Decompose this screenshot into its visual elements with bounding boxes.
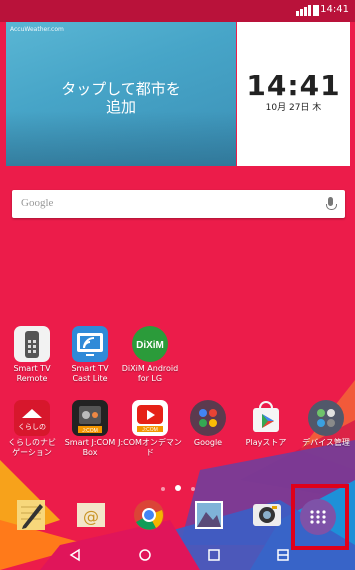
weather-widget[interactable]: AccuWeather.com タップして都市を 追加 [6,22,236,166]
app-label: Google [193,438,223,447]
kurashi-navi-icon: くらしの [14,400,50,436]
page-dot-active[interactable] [174,485,181,491]
app-dixim[interactable]: DiXiM DiXiM Android for LG [118,326,182,384]
google-search-bar[interactable]: Google [12,190,345,218]
jcom-on-demand-icon: J:COM [132,400,168,436]
weather-brand: AccuWeather.com [10,26,64,33]
app-smart-tv-cast-lite[interactable]: Smart TV Cast Lite [58,326,122,384]
page-dot[interactable] [160,487,165,491]
status-time: 14:41 [320,4,349,15]
signal-icon [308,5,311,16]
app-label: J:COMオンデマン [118,438,182,447]
app-device-management[interactable]: デバイス管理 [294,400,355,448]
app-jcom-on-demand[interactable]: J:COM J:COMオンデマンド [118,400,182,458]
app-label: Remote [16,374,48,383]
app-label: Smart TV [71,364,109,373]
status-bar: 14:41 [0,0,355,22]
weather-prompt-line1: タップして都市を [61,80,181,98]
signal-icon [304,7,307,16]
chrome-icon[interactable] [132,498,166,532]
home-icon[interactable] [138,548,152,562]
app-label: for LG [137,374,163,383]
app-label: DiXiM Android [121,364,179,373]
clock-time: 14:41 [246,69,341,102]
app-play-store[interactable]: Playストア [234,400,298,448]
svg-text:@: @ [83,507,99,526]
clock-widget[interactable]: 14:41 10月 27日 木 [237,22,350,166]
signal-icon [296,11,299,16]
weather-prompt: タップして都市を 追加 [6,80,236,116]
page-dot[interactable] [190,487,195,491]
weather-clock-widget[interactable]: AccuWeather.com タップして都市を 追加 14:41 10月 27… [6,22,350,166]
jcom-od-icon-text: J:COM [142,427,158,433]
memo-icon[interactable] [14,498,48,532]
navigation-bar [0,543,355,570]
app-smart-jcom-box[interactable]: J:COM Smart J:COM Box [58,400,122,458]
app-label: ド [146,448,154,457]
app-label: ゲーション [12,448,52,457]
highlight-box [291,484,349,550]
app-label: Box [82,448,98,457]
dual-window-icon[interactable] [276,548,290,562]
dixim-icon: DiXiM [132,326,168,362]
mic-icon[interactable] [326,197,337,210]
gallery-icon[interactable] [192,498,226,532]
app-label: デバイス管理 [302,438,350,447]
recent-apps-icon[interactable] [207,548,221,562]
jcom-box-icon: J:COM [72,400,108,436]
app-kurashi-navi[interactable]: くらしの くらしのナビ ゲーション [0,400,64,458]
app-label: Cast Lite [72,374,108,383]
remote-icon [14,326,50,362]
camera-icon[interactable] [250,498,284,532]
cast-icon [72,326,108,362]
signal-icon [300,9,303,16]
email-icon[interactable]: @ [74,498,108,532]
app-google-folder[interactable]: Google [176,400,240,448]
jcom-icon-text: J:COM [82,428,98,434]
app-smart-tv-remote[interactable]: Smart TV Remote [0,326,64,384]
weather-prompt-line2: 追加 [105,98,136,116]
device-management-folder-icon [308,400,344,436]
search-label: Google [21,197,54,209]
app-label: Smart J:COM [64,438,116,447]
app-label: Playストア [245,438,287,447]
battery-icon [313,5,319,16]
google-folder-icon [190,400,226,436]
clock-date: 10月 27日 木 [265,103,322,113]
back-icon[interactable] [68,548,82,562]
play-store-icon [248,400,284,436]
app-label: Smart TV [13,364,51,373]
kurashi-icon-text: くらしの [18,423,46,431]
dixim-icon-text: DiXiM [136,340,164,351]
app-label: くらしのナビ [8,438,56,447]
